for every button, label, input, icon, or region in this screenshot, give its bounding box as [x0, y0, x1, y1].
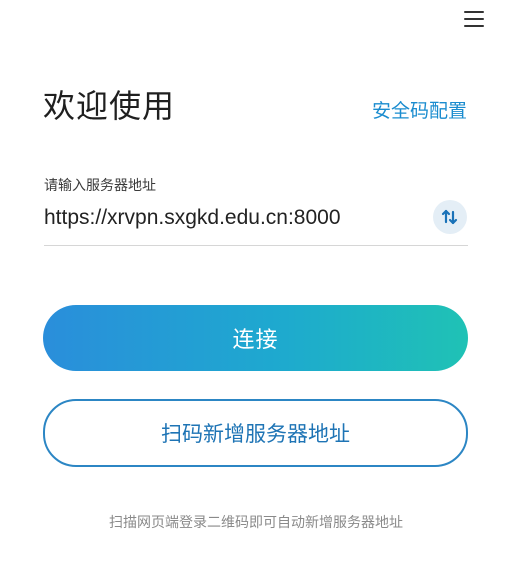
- server-address-label: 请输入服务器地址: [44, 178, 156, 194]
- swap-arrows-icon: [441, 209, 458, 225]
- hamburger-menu-icon-bar: [464, 25, 484, 27]
- connect-button[interactable]: 连接: [43, 305, 468, 371]
- input-underline: [44, 245, 468, 246]
- server-address-input[interactable]: [44, 201, 424, 235]
- hamburger-menu-icon-bar: [464, 18, 484, 20]
- scan-add-server-label: 扫码新增服务器地址: [161, 422, 350, 446]
- connect-button-label: 连接: [232, 328, 279, 353]
- swap-server-button[interactable]: [433, 200, 467, 234]
- scan-add-server-button[interactable]: 扫码新增服务器地址: [43, 399, 468, 467]
- hamburger-menu-icon: [464, 11, 484, 13]
- welcome-title: 欢迎使用: [43, 87, 176, 125]
- scan-hint-text: 扫描网页端登录二维码即可自动新增服务器地址: [109, 515, 403, 531]
- menu-button[interactable]: [462, 9, 486, 29]
- security-code-config-link[interactable]: 安全码配置: [372, 98, 467, 124]
